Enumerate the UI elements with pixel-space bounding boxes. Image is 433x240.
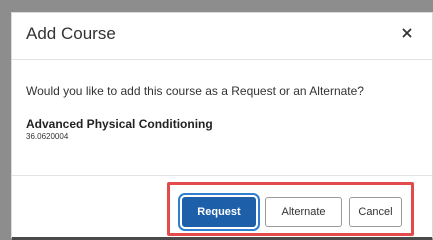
course-name: Advanced Physical Conditioning xyxy=(26,117,213,131)
dialog-footer: Request Alternate Cancel xyxy=(12,175,432,240)
course-code: 36.0620004 xyxy=(26,132,69,141)
dialog-title: Add Course xyxy=(26,24,116,43)
add-course-dialog: Add Course Would you like to add this co… xyxy=(11,12,433,240)
request-button[interactable]: Request xyxy=(182,197,256,227)
cancel-button[interactable]: Cancel xyxy=(349,197,402,227)
dialog-question: Would you like to add this course as a R… xyxy=(26,84,364,98)
alternate-button[interactable]: Alternate xyxy=(265,197,342,227)
close-icon[interactable] xyxy=(399,25,415,41)
dialog-body: Would you like to add this course as a R… xyxy=(12,60,432,175)
dialog-header: Add Course xyxy=(12,13,432,60)
